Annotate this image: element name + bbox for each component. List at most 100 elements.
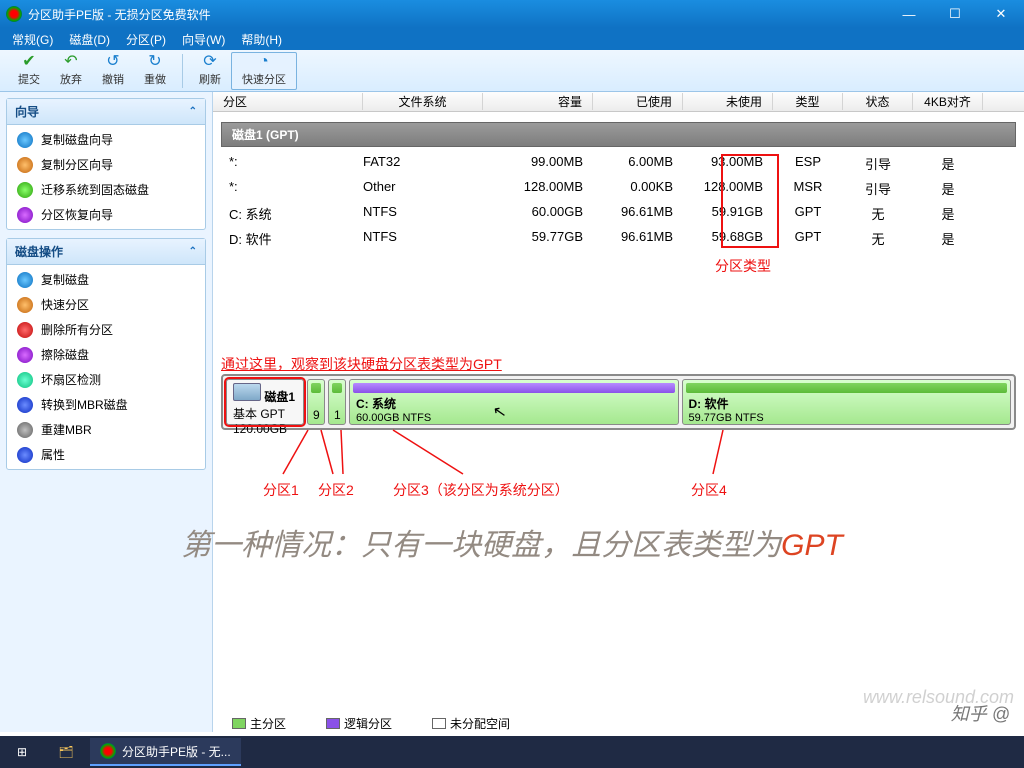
- partition-name: D: 软件: [689, 395, 1005, 412]
- menubar: 常规(G) 磁盘(D) 分区(P) 向导(W) 帮助(H): [0, 28, 1024, 50]
- convert-icon: [17, 397, 33, 413]
- quick-partition-button[interactable]: ◔快速分区: [231, 52, 297, 90]
- diskops-panel: 磁盘操作 ⌃ 复制磁盘 快速分区 删除所有分区 擦除磁盘 坏扇区检测 转换到MB…: [6, 238, 206, 470]
- taskbar: ⊞ 🗂 分区助手PE版 - 无...: [0, 736, 1024, 768]
- disk-name: 磁盘1: [264, 390, 295, 404]
- col-type[interactable]: 类型: [773, 93, 843, 110]
- ssd-icon: [17, 182, 33, 198]
- disk-map-partition-4[interactable]: D: 软件 59.77GB NTFS: [682, 379, 1012, 425]
- recover-icon: [17, 207, 33, 223]
- partition-copy-icon: [17, 157, 33, 173]
- col-free[interactable]: 未使用: [683, 93, 773, 110]
- col-filesystem[interactable]: 文件系统: [363, 93, 483, 110]
- undo-arrow-icon: ↶: [64, 54, 77, 70]
- app-icon: [100, 743, 116, 759]
- sidebar-item-copy-disk-wizard[interactable]: 复制磁盘向导: [7, 127, 205, 152]
- undo-button[interactable]: ↺撤销: [92, 52, 134, 90]
- sidebar-item-migrate-ssd[interactable]: 迁移系统到固态磁盘: [7, 177, 205, 202]
- refresh-icon: ⟳: [203, 54, 216, 70]
- redo-button[interactable]: ↻重做: [134, 52, 176, 90]
- disk-map-partition-3[interactable]: C: 系统 60.00GB NTFS: [349, 379, 679, 425]
- wizard-panel: 向导 ⌃ 复制磁盘向导 复制分区向导 迁移系统到固态磁盘 分区恢复向导: [6, 98, 206, 230]
- redo-icon: ↻: [148, 54, 161, 70]
- disk-map-disk[interactable]: 磁盘1 基本 GPT 120.00GB: [226, 379, 304, 425]
- partition-icon: ◔: [259, 54, 269, 70]
- partition-name: C: 系统: [356, 395, 672, 412]
- annotation-p2: 分区2: [318, 480, 354, 500]
- table-row[interactable]: C: 系统NTFS60.00GB96.61MB59.91GBGPT无是: [213, 201, 1024, 226]
- disk-icon: [17, 132, 33, 148]
- wizard-panel-title: 向导: [15, 103, 39, 120]
- annotation-p1: 分区1: [263, 480, 299, 500]
- refresh-button[interactable]: ⟳刷新: [189, 52, 231, 90]
- chevron-up-icon: ⌃: [189, 106, 197, 117]
- annotation-big: 第一种情况：只有一块硬盘，且分区表类型为GPT: [0, 520, 1024, 564]
- sidebar: 向导 ⌃ 复制磁盘向导 复制分区向导 迁移系统到固态磁盘 分区恢复向导 磁盘操作…: [0, 92, 213, 732]
- legend-primary: 主分区: [232, 715, 286, 732]
- window-title: 分区助手PE版 - 无损分区免费软件: [28, 6, 886, 23]
- maximize-button[interactable]: ☐: [932, 0, 978, 28]
- table-row[interactable]: *:FAT3299.00MB6.00MB93.00MBESP引导是: [213, 151, 1024, 176]
- annotation-p3: 分区3（该分区为系统分区）: [393, 480, 569, 500]
- start-button[interactable]: ⊞: [0, 736, 44, 768]
- commit-button[interactable]: ✔提交: [8, 52, 50, 90]
- col-used[interactable]: 已使用: [593, 93, 683, 110]
- legend-logical: 逻辑分区: [326, 715, 392, 732]
- undo-icon: ↺: [106, 54, 119, 70]
- sidebar-item-convert-mbr[interactable]: 转换到MBR磁盘: [7, 392, 205, 417]
- close-button[interactable]: ✕: [978, 0, 1024, 28]
- disk-map-partition-2[interactable]: 1: [328, 379, 346, 425]
- sidebar-item-rebuild-mbr[interactable]: 重建MBR: [7, 417, 205, 442]
- sidebar-item-delete-all[interactable]: 删除所有分区: [7, 317, 205, 342]
- diskops-panel-title: 磁盘操作: [15, 243, 63, 260]
- chevron-up-icon: ⌃: [189, 246, 197, 257]
- table-row[interactable]: *:Other128.00MB0.00KB128.00MBMSR引导是: [213, 176, 1024, 201]
- sidebar-item-wipe-disk[interactable]: 擦除磁盘: [7, 342, 205, 367]
- partition-info: 60.00GB NTFS: [356, 412, 672, 424]
- menu-general[interactable]: 常规(G): [4, 29, 61, 50]
- partition-info: 59.77GB NTFS: [689, 412, 1005, 424]
- disk-size: 120.00GB: [233, 422, 287, 436]
- legend: 主分区 逻辑分区 未分配空间: [232, 715, 510, 732]
- menu-disk[interactable]: 磁盘(D): [61, 29, 118, 50]
- annotation-type-label: 分区类型: [715, 256, 771, 276]
- sidebar-item-copy-disk[interactable]: 复制磁盘: [7, 267, 205, 292]
- taskbar-app[interactable]: 分区助手PE版 - 无...: [90, 738, 241, 766]
- disk-map-partition-1[interactable]: 9: [307, 379, 325, 425]
- discard-button[interactable]: ↶放弃: [50, 52, 92, 90]
- col-capacity[interactable]: 容量: [483, 93, 593, 110]
- col-partition[interactable]: 分区: [213, 93, 363, 110]
- partition-table-header: 分区 文件系统 容量 已使用 未使用 类型 状态 4KB对齐: [213, 92, 1024, 112]
- col-status[interactable]: 状态: [843, 93, 913, 110]
- explorer-button[interactable]: 🗂: [44, 736, 88, 768]
- disk-style: 基本 GPT: [233, 407, 285, 421]
- sidebar-item-recover-partition[interactable]: 分区恢复向导: [7, 202, 205, 227]
- sidebar-item-quick-partition[interactable]: 快速分区: [7, 292, 205, 317]
- watermark-relsound: www.relsound.com: [863, 687, 1014, 708]
- sidebar-item-copy-partition-wizard[interactable]: 复制分区向导: [7, 152, 205, 177]
- sidebar-item-properties[interactable]: 属性: [7, 442, 205, 467]
- titlebar: 分区助手PE版 - 无损分区免费软件 — ☐ ✕: [0, 0, 1024, 28]
- wizard-panel-header[interactable]: 向导 ⌃: [7, 99, 205, 125]
- wipe-icon: [17, 347, 33, 363]
- check-icon: ✔: [22, 54, 35, 70]
- table-row[interactable]: D: 软件NTFS59.77GB96.61MB59.68GBGPT无是: [213, 226, 1024, 251]
- legend-unallocated: 未分配空间: [432, 715, 510, 732]
- menu-wizard[interactable]: 向导(W): [174, 29, 233, 50]
- disk-copy-icon: [17, 272, 33, 288]
- scan-icon: [17, 372, 33, 388]
- delete-icon: [17, 322, 33, 338]
- sidebar-item-bad-sector[interactable]: 坏扇区检测: [7, 367, 205, 392]
- menu-help[interactable]: 帮助(H): [233, 29, 290, 50]
- minimize-button[interactable]: —: [886, 0, 932, 28]
- disk-title-row[interactable]: 磁盘1 (GPT): [221, 122, 1016, 147]
- menu-partition[interactable]: 分区(P): [118, 29, 174, 50]
- quick-icon: [17, 297, 33, 313]
- disk-map: 磁盘1 基本 GPT 120.00GB 9 1 C: 系统 60.00GB NT…: [221, 374, 1016, 430]
- annotation-p4: 分区4: [691, 480, 727, 500]
- diskops-panel-header[interactable]: 磁盘操作 ⌃: [7, 239, 205, 265]
- disk-icon: [233, 383, 261, 401]
- toolbar-separator: [182, 54, 183, 88]
- col-align[interactable]: 4KB对齐: [913, 93, 983, 110]
- app-icon: [6, 6, 22, 22]
